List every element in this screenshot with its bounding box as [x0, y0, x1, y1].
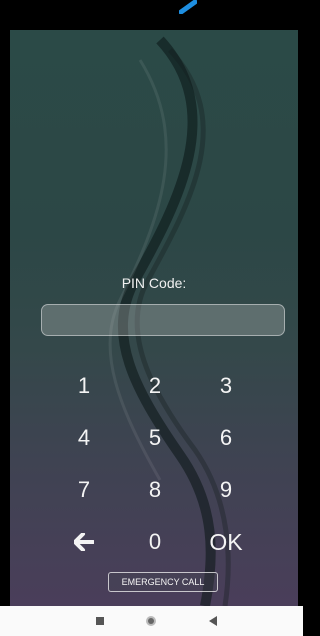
- key-8[interactable]: 8: [125, 470, 185, 510]
- status-indicator-icon: [179, 0, 197, 14]
- key-9[interactable]: 9: [196, 470, 256, 510]
- emergency-call-button[interactable]: EMERGENCY CALL: [108, 572, 218, 592]
- recents-button[interactable]: [93, 614, 107, 628]
- key-6[interactable]: 6: [196, 418, 256, 458]
- square-icon: [96, 617, 104, 625]
- key-7[interactable]: 7: [54, 470, 114, 510]
- status-bar: [0, 0, 303, 30]
- phone-screen: PIN Code: 1 2 3 4 5 6 7 8 9 0 OK EMERGEN…: [0, 0, 303, 636]
- key-1[interactable]: 1: [54, 366, 114, 406]
- pin-code-label: PIN Code:: [121, 275, 187, 291]
- lock-screen: PIN Code: 1 2 3 4 5 6 7 8 9 0 OK EMERGEN…: [10, 30, 298, 606]
- key-3[interactable]: 3: [196, 366, 256, 406]
- home-button[interactable]: [144, 614, 158, 628]
- backspace-key[interactable]: [54, 522, 114, 562]
- key-4[interactable]: 4: [54, 418, 114, 458]
- navigation-bar: [0, 606, 303, 636]
- key-0[interactable]: 0: [125, 522, 185, 562]
- ok-button[interactable]: OK: [196, 522, 256, 562]
- back-button[interactable]: [206, 614, 220, 628]
- triangle-left-icon: [209, 616, 217, 626]
- key-2[interactable]: 2: [125, 366, 185, 406]
- circle-icon: [146, 616, 156, 626]
- arrow-left-icon: [74, 533, 94, 551]
- key-5[interactable]: 5: [125, 418, 185, 458]
- pin-input[interactable]: [41, 304, 285, 336]
